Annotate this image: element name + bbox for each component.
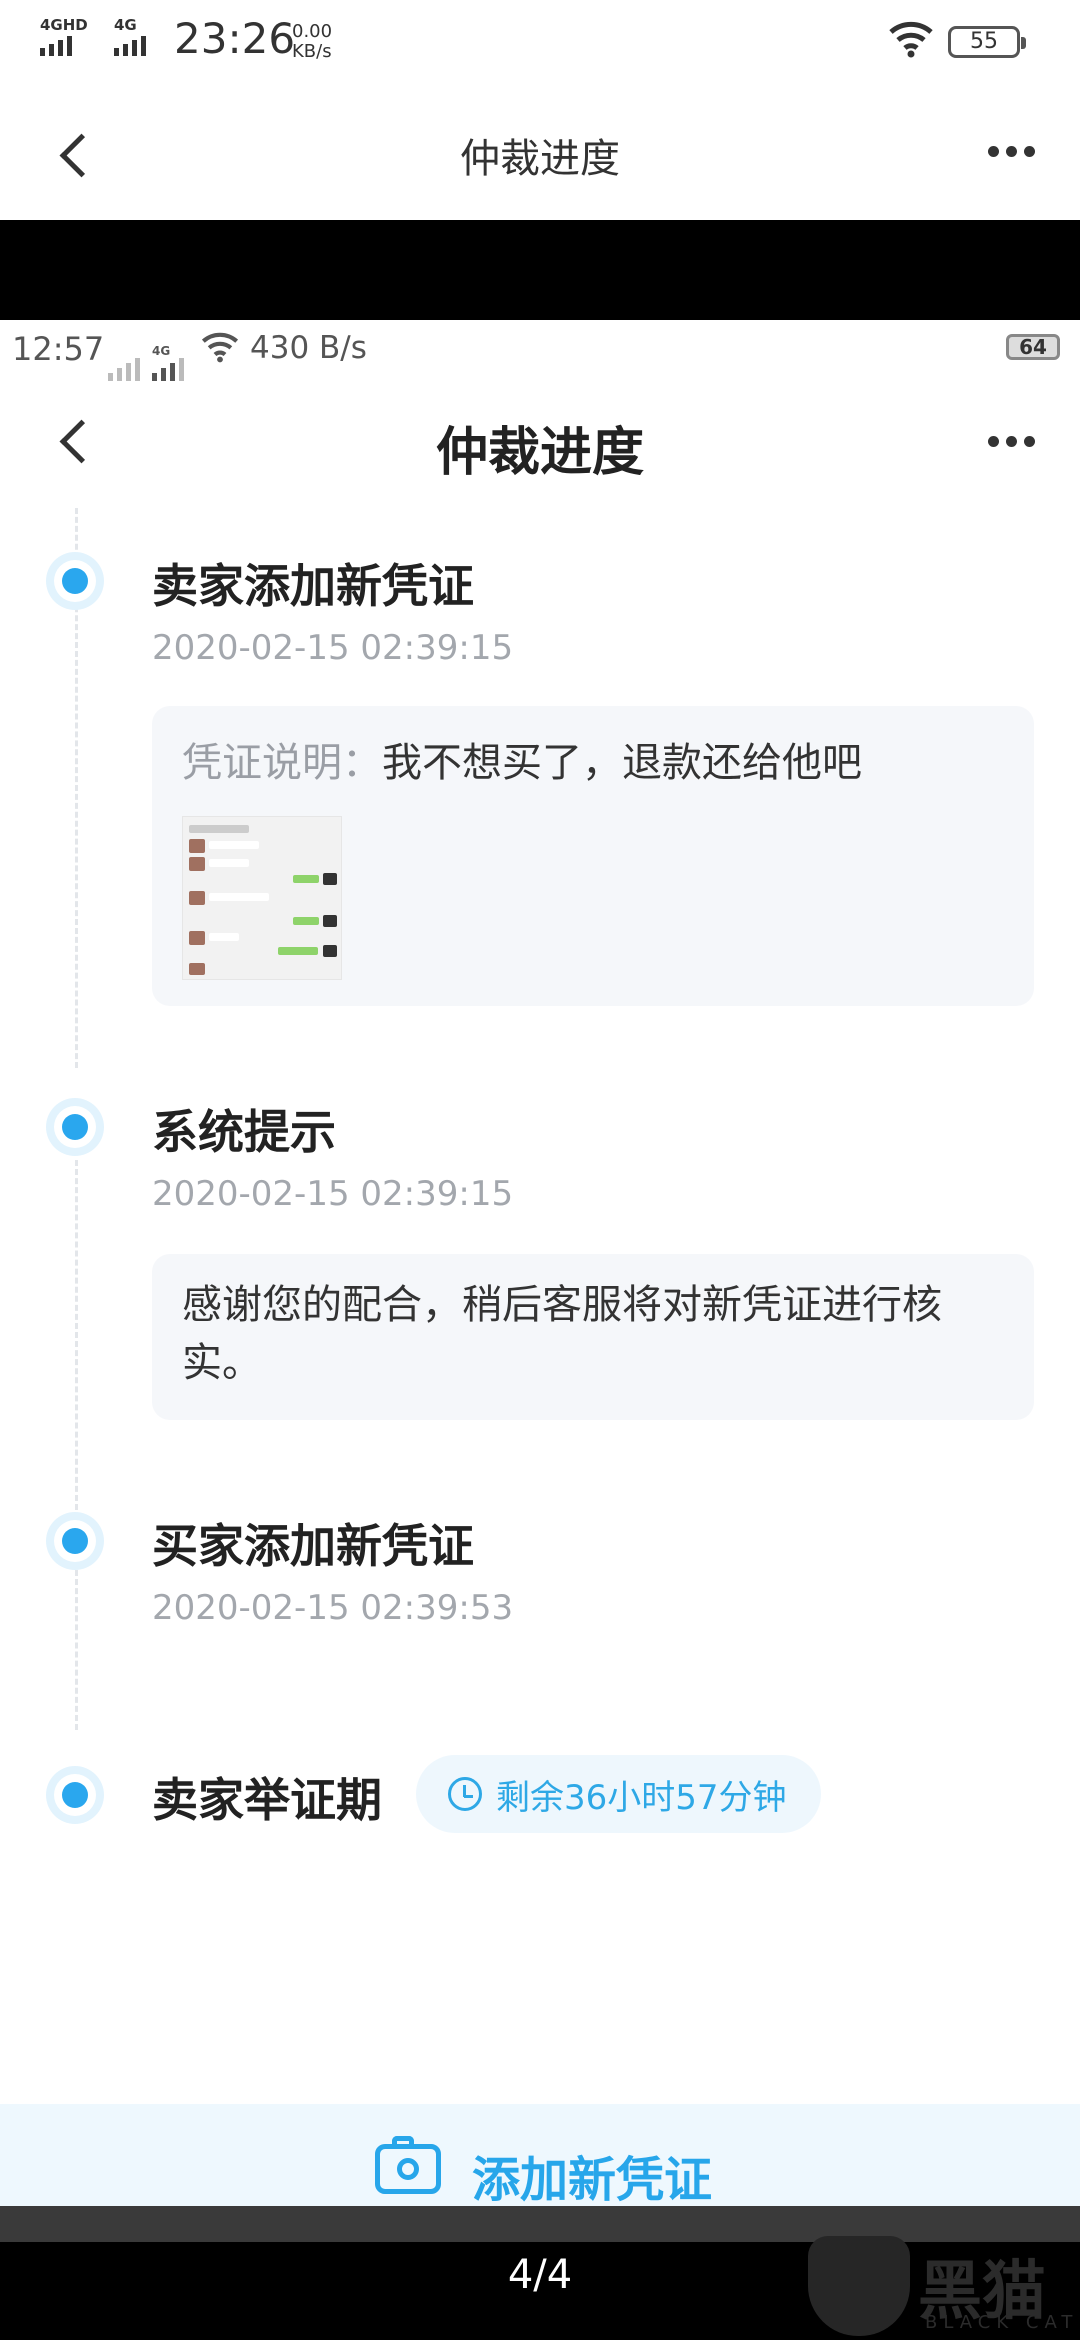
timeline-dot xyxy=(46,1098,104,1156)
signal-icon: 4G xyxy=(114,16,146,56)
event-time: 2020-02-15 02:39:15 xyxy=(152,1174,514,1214)
status-time: 23:26 xyxy=(174,14,296,63)
wifi-icon xyxy=(201,332,239,363)
viewer-band xyxy=(0,2206,1080,2242)
evidence-description: 凭证说明：我不想买了，退款还给他吧 xyxy=(182,734,1004,792)
signal-icon: 4G xyxy=(152,344,184,381)
network-speed: 430 B/s xyxy=(250,330,367,366)
event-time: 2020-02-15 02:39:15 xyxy=(152,628,514,668)
countdown-text: 剩余36小时57分钟 xyxy=(496,1777,787,1818)
battery-icon: 64 xyxy=(1006,334,1060,360)
timeline-dot xyxy=(46,552,104,610)
more-icon[interactable] xyxy=(988,436,1035,447)
evidence-card: 凭证说明：我不想买了，退款还给他吧 xyxy=(152,706,1034,1006)
system-message-card: 感谢您的配合，稍后客服将对新凭证进行核实。 xyxy=(152,1254,1034,1420)
speed-value: 0.00 xyxy=(292,21,333,42)
speed-unit: KB/s xyxy=(292,41,332,62)
event-title: 卖家举证期 xyxy=(152,1773,382,1827)
signal-icon xyxy=(108,358,140,381)
timeline-dot xyxy=(46,1512,104,1570)
watermark-subtext: BLACK CAT xyxy=(925,2312,1079,2333)
more-icon[interactable] xyxy=(988,146,1035,157)
watermark-logo xyxy=(808,2236,910,2336)
outer-status-bar: 4GHD 4G 23:26 0.00 KB/s 55 xyxy=(0,0,1080,90)
timeline-dot xyxy=(46,1766,104,1824)
clock-icon xyxy=(448,1777,482,1811)
network-speed: 0.00 KB/s xyxy=(292,22,332,62)
timeline-line xyxy=(75,1570,78,1730)
status-time: 12:57 xyxy=(12,330,105,368)
add-evidence-button[interactable]: 添加新凭证 xyxy=(472,2140,712,2210)
evidence-image[interactable] xyxy=(182,816,342,980)
countdown-badge: 剩余36小时57分钟 xyxy=(416,1755,821,1833)
system-message-text: 感谢您的配合，稍后客服将对新凭证进行核实。 xyxy=(182,1282,942,1386)
signal-icon: 4GHD xyxy=(40,16,88,56)
wifi-icon xyxy=(889,21,933,58)
event-time: 2020-02-15 02:39:53 xyxy=(152,1588,514,1628)
page-title: 仲裁进度 xyxy=(435,423,644,483)
timeline-line xyxy=(75,1160,78,1510)
evidence-label: 凭证说明： xyxy=(182,740,382,786)
page-title: 仲裁进度 xyxy=(460,136,620,182)
battery-icon: 55 xyxy=(948,26,1026,58)
divider-band xyxy=(0,220,1080,320)
camera-icon xyxy=(375,2136,441,2194)
event-title: 卖家添加新凭证 xyxy=(152,559,474,613)
evidence-text: 我不想买了，退款还给他吧 xyxy=(382,740,862,786)
event-title: 买家添加新凭证 xyxy=(152,1519,474,1573)
event-title: 系统提示 xyxy=(152,1105,336,1159)
outer-header: 仲裁进度 xyxy=(0,90,1080,220)
